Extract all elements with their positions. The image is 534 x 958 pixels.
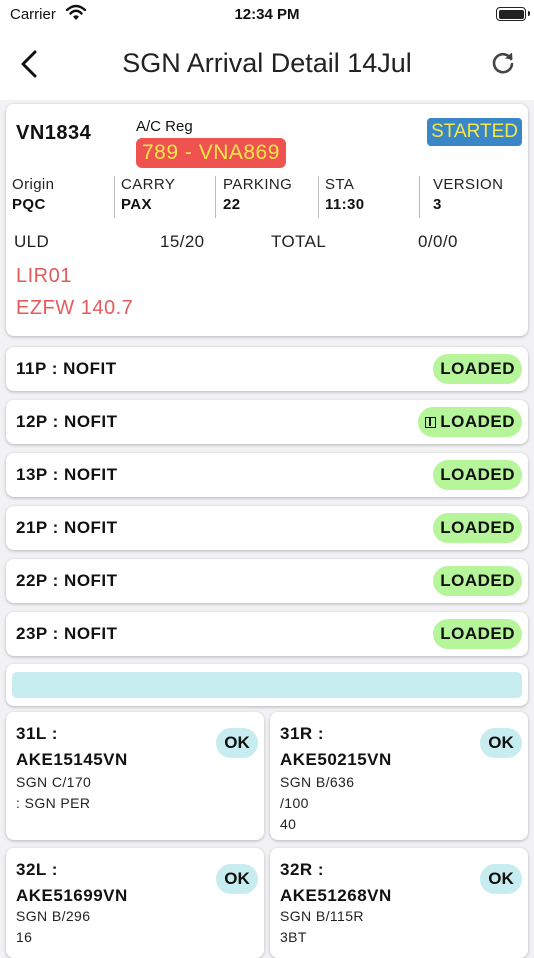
list-item[interactable]: 22P : NOFIT LOADED — [6, 559, 528, 603]
uld-detail: SGN B/296 — [16, 908, 91, 924]
info-value: 11:30 — [325, 196, 365, 213]
loaded-label: LOADED — [440, 571, 515, 590]
uld-detail: : SGN PER — [16, 795, 91, 811]
progress-card — [6, 664, 528, 706]
divider — [419, 176, 420, 218]
info-label: Origin — [12, 176, 55, 193]
loaded-label: LOADED — [440, 412, 515, 431]
info-value: PQC — [12, 196, 46, 213]
uld-position: 32L : — [16, 860, 58, 879]
list-item[interactable]: 12P : NOFIT LOADED — [6, 400, 528, 444]
info-sta: STA 11:30 — [325, 176, 365, 220]
uld-detail: SGN B/115R — [280, 908, 364, 924]
list-item[interactable]: 21P : NOFIT LOADED — [6, 506, 528, 550]
uld-count: 15/20 — [160, 232, 205, 251]
info-label: VERSION — [433, 176, 504, 193]
uld-detail: 3BT — [280, 929, 307, 945]
loaded-badge[interactable]: LOADED — [433, 566, 522, 596]
loaded-badge[interactable]: LOADED — [433, 513, 522, 543]
total-value: 0/0/0 — [418, 232, 458, 251]
info-value: 22 — [223, 196, 241, 213]
container-icon — [425, 416, 437, 428]
uld-position: 31L : — [16, 724, 58, 743]
flight-info-card: VN1834 A/C Reg 789 - VNA869 STARTED Orig… — [6, 104, 528, 336]
uld-position: 23P : NOFIT — [16, 624, 118, 643]
navbar: SGN Arrival Detail 14Jul — [0, 30, 534, 100]
status-badge: STARTED — [427, 118, 522, 146]
loaded-label: LOADED — [440, 624, 515, 643]
uld-card[interactable]: 32R : AKE51268VN SGN B/115R 3BT OK — [270, 848, 528, 958]
flight-info-row: Origin PQC CARRY PAX PARKING 22 STA 11:3… — [6, 176, 528, 220]
status-bar: Carrier 12:34 PM — [0, 0, 534, 30]
info-version: VERSION 3 — [433, 176, 503, 220]
uld-detail: SGN C/170 — [16, 774, 92, 790]
uld-position: 11P : NOFIT — [16, 359, 117, 378]
ok-badge[interactable]: OK — [480, 864, 522, 894]
loaded-badge[interactable]: LOADED — [433, 619, 522, 649]
loaded-label: LOADED — [440, 465, 515, 484]
remark-line-2: EZFW 140.7 — [16, 297, 134, 319]
uld-card[interactable]: 31R : AKE50215VN SGN B/636 /100 40 OK — [270, 712, 528, 840]
ok-badge[interactable]: OK — [216, 864, 258, 894]
uld-card[interactable]: 31L : AKE15145VN SGN C/170 : SGN PER OK — [6, 712, 264, 840]
loaded-badge[interactable]: LOADED — [433, 354, 522, 384]
page-title: SGN Arrival Detail 14Jul — [122, 48, 412, 78]
uld-position: 31R : — [280, 724, 325, 743]
uld-detail: 16 — [16, 929, 33, 945]
refresh-icon[interactable] — [490, 50, 516, 76]
uld-detail: 40 — [280, 816, 297, 832]
loaded-label: LOADED — [440, 518, 515, 537]
info-value: PAX — [121, 196, 152, 213]
loaded-label: LOADED — [440, 359, 515, 378]
divider — [215, 176, 216, 218]
list-item[interactable]: 11P : NOFIT LOADED — [6, 347, 528, 391]
acreg-label: A/C Reg — [136, 118, 193, 135]
uld-position: 22P : NOFIT — [16, 571, 118, 590]
info-label: CARRY — [121, 176, 176, 193]
info-carry: CARRY PAX — [121, 176, 175, 220]
info-label: STA — [325, 176, 355, 193]
uld-position: 21P : NOFIT — [16, 518, 118, 537]
uld-detail: /100 — [280, 795, 309, 811]
progress-bar — [12, 672, 522, 698]
remark-line-1: LIR01 — [16, 265, 72, 287]
uld-card[interactable]: 32L : AKE51699VN SGN B/296 16 OK — [6, 848, 264, 958]
info-parking: PARKING 22 — [223, 176, 292, 220]
uld-position: 32R : — [280, 860, 325, 879]
ok-badge[interactable]: OK — [216, 728, 258, 758]
battery-icon — [496, 7, 530, 21]
loaded-badge[interactable]: LOADED — [433, 460, 522, 490]
list-item[interactable]: 13P : NOFIT LOADED — [6, 453, 528, 497]
list-item[interactable]: 23P : NOFIT LOADED — [6, 612, 528, 656]
info-origin: Origin PQC — [12, 176, 54, 220]
uld-position: 13P : NOFIT — [16, 465, 118, 484]
uld-detail: SGN B/636 — [280, 774, 355, 790]
uld-number: AKE51699VN — [16, 886, 128, 905]
acreg-badge: 789 - VNA869 — [136, 138, 286, 168]
divider — [318, 176, 319, 218]
ok-badge[interactable]: OK — [480, 728, 522, 758]
flight-number: VN1834 — [16, 122, 92, 144]
info-label: PARKING — [223, 176, 293, 193]
uld-label: ULD — [14, 232, 50, 251]
uld-number: AKE15145VN — [16, 750, 128, 769]
uld-number: AKE51268VN — [280, 886, 392, 905]
clock: 12:34 PM — [234, 6, 300, 23]
divider — [114, 176, 115, 218]
info-value: 3 — [433, 196, 442, 213]
total-label: TOTAL — [271, 232, 327, 251]
loaded-badge[interactable]: LOADED — [418, 407, 522, 437]
uld-number: AKE50215VN — [280, 750, 392, 769]
uld-position: 12P : NOFIT — [16, 412, 118, 431]
